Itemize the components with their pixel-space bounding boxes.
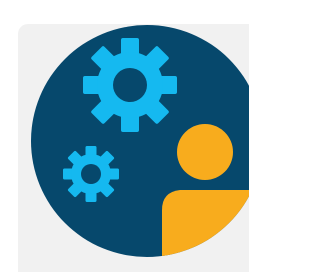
settings-user-illustration — [31, 25, 249, 257]
user-body — [162, 190, 249, 257]
gear-icon-large — [83, 38, 177, 132]
user-head — [177, 124, 233, 180]
icon-canvas — [0, 0, 249, 272]
gear-icon-small — [63, 146, 119, 202]
